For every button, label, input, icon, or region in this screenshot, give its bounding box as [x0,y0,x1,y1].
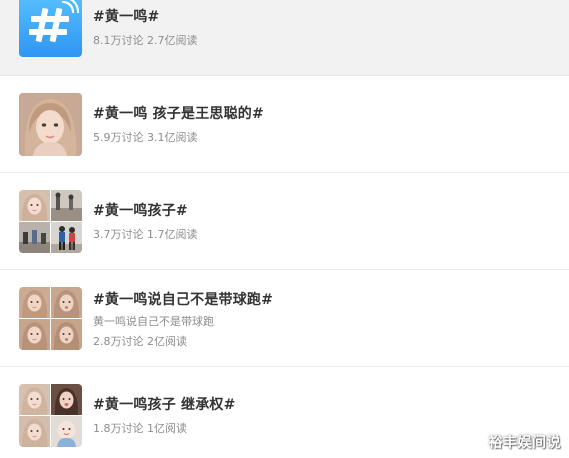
hashtag-thumbnail[interactable] [19,0,82,57]
photo-cell [51,416,82,447]
topic-stats: 1.8万讨论 1亿阅读 [93,422,187,435]
topic-row[interactable]: #黄一鸣孩子 继承权# 1.8万讨论 1亿阅读 [0,367,569,458]
photo-cell [19,190,50,221]
topic-stats: 5.9万讨论 3.1亿阅读 [93,131,198,144]
topic-subtitle: 黄一鸣说自己不是带球跑 [93,315,214,328]
watermark: 裕丰娱间说 [488,435,561,451]
photo-cell [51,190,82,221]
topic-stats: 3.7万讨论 1.7亿阅读 [93,228,198,241]
topic-thumbnail[interactable] [19,93,82,156]
topic-title[interactable]: #黄一鸣说自己不是带球跑# [93,289,273,309]
person-photo [19,93,82,156]
topic-title[interactable]: #黄一鸣孩子# [93,200,188,220]
photo-grid-thumbnail[interactable] [19,190,82,253]
photo-cell [51,222,82,253]
photo-grid-thumbnail[interactable] [19,384,82,447]
topic-list: #黄一鸣# 8.1万讨论 2.7亿阅读 #黄一鸣 孩子是王思聪的# 5.9万讨论… [0,0,569,458]
topic-row[interactable]: #黄一鸣# 8.1万讨论 2.7亿阅读 [0,0,569,76]
photo-cell [19,319,50,350]
photo-grid-thumbnail[interactable] [19,287,82,350]
photo-cell [51,384,82,415]
topic-title[interactable]: #黄一鸣# [93,6,159,26]
topic-title[interactable]: #黄一鸣 孩子是王思聪的# [93,103,264,123]
topic-row[interactable]: #黄一鸣 孩子是王思聪的# 5.9万讨论 3.1亿阅读 [0,76,569,173]
photo-cell [19,384,50,415]
topic-title[interactable]: #黄一鸣孩子 继承权# [93,394,236,414]
photo-cell [19,416,50,447]
photo-cell [51,287,82,318]
topic-stats: 8.1万讨论 2.7亿阅读 [93,34,198,47]
topic-row[interactable]: #黄一鸣说自己不是带球跑# 黄一鸣说自己不是带球跑 2.8万讨论 2亿阅读 [0,270,569,367]
topic-row[interactable]: #黄一鸣孩子# 3.7万讨论 1.7亿阅读 [0,173,569,270]
hashtag-icon [29,0,80,43]
photo-cell [19,287,50,318]
topic-stats: 2.8万讨论 2亿阅读 [93,335,187,348]
photo-cell [19,222,50,253]
photo-cell [51,319,82,350]
